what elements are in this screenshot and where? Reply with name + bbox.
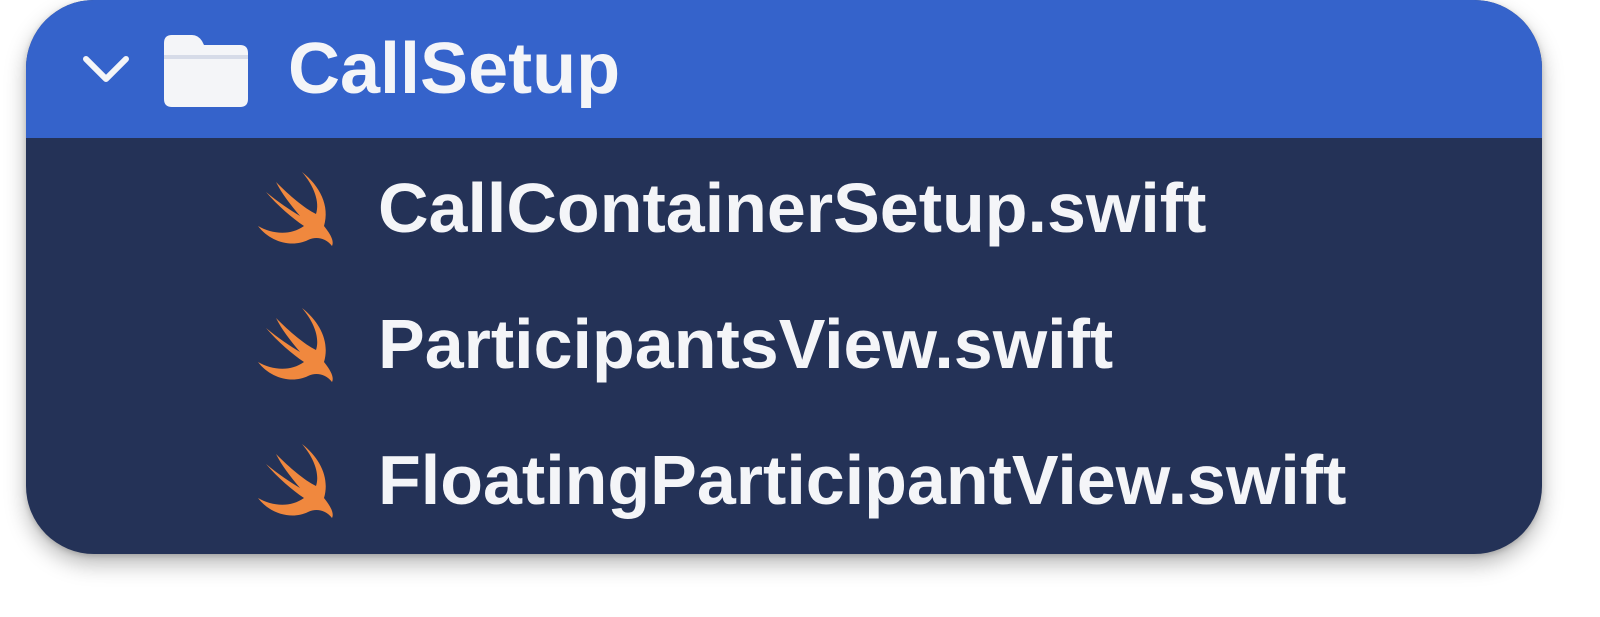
swift-icon: [252, 168, 344, 248]
swift-icon: [252, 304, 344, 384]
file-row[interactable]: FloatingParticipantView.swift: [26, 412, 1542, 548]
folder-name-label: CallSetup: [288, 29, 621, 109]
folder-icon: [158, 29, 254, 109]
file-name-label: CallContainerSetup.swift: [378, 169, 1207, 247]
file-row[interactable]: ParticipantsView.swift: [26, 276, 1542, 412]
file-name-label: ParticipantsView.swift: [378, 305, 1114, 383]
folder-row-callsetup[interactable]: CallSetup: [26, 0, 1542, 138]
file-name-label: FloatingParticipantView.swift: [378, 441, 1347, 519]
file-row[interactable]: CallContainerSetup.swift: [26, 140, 1542, 276]
file-navigator-panel: CallSetup CallContainerSetup.swift Parti…: [26, 0, 1542, 554]
swift-icon: [252, 440, 344, 520]
chevron-down-icon[interactable]: [78, 41, 134, 97]
